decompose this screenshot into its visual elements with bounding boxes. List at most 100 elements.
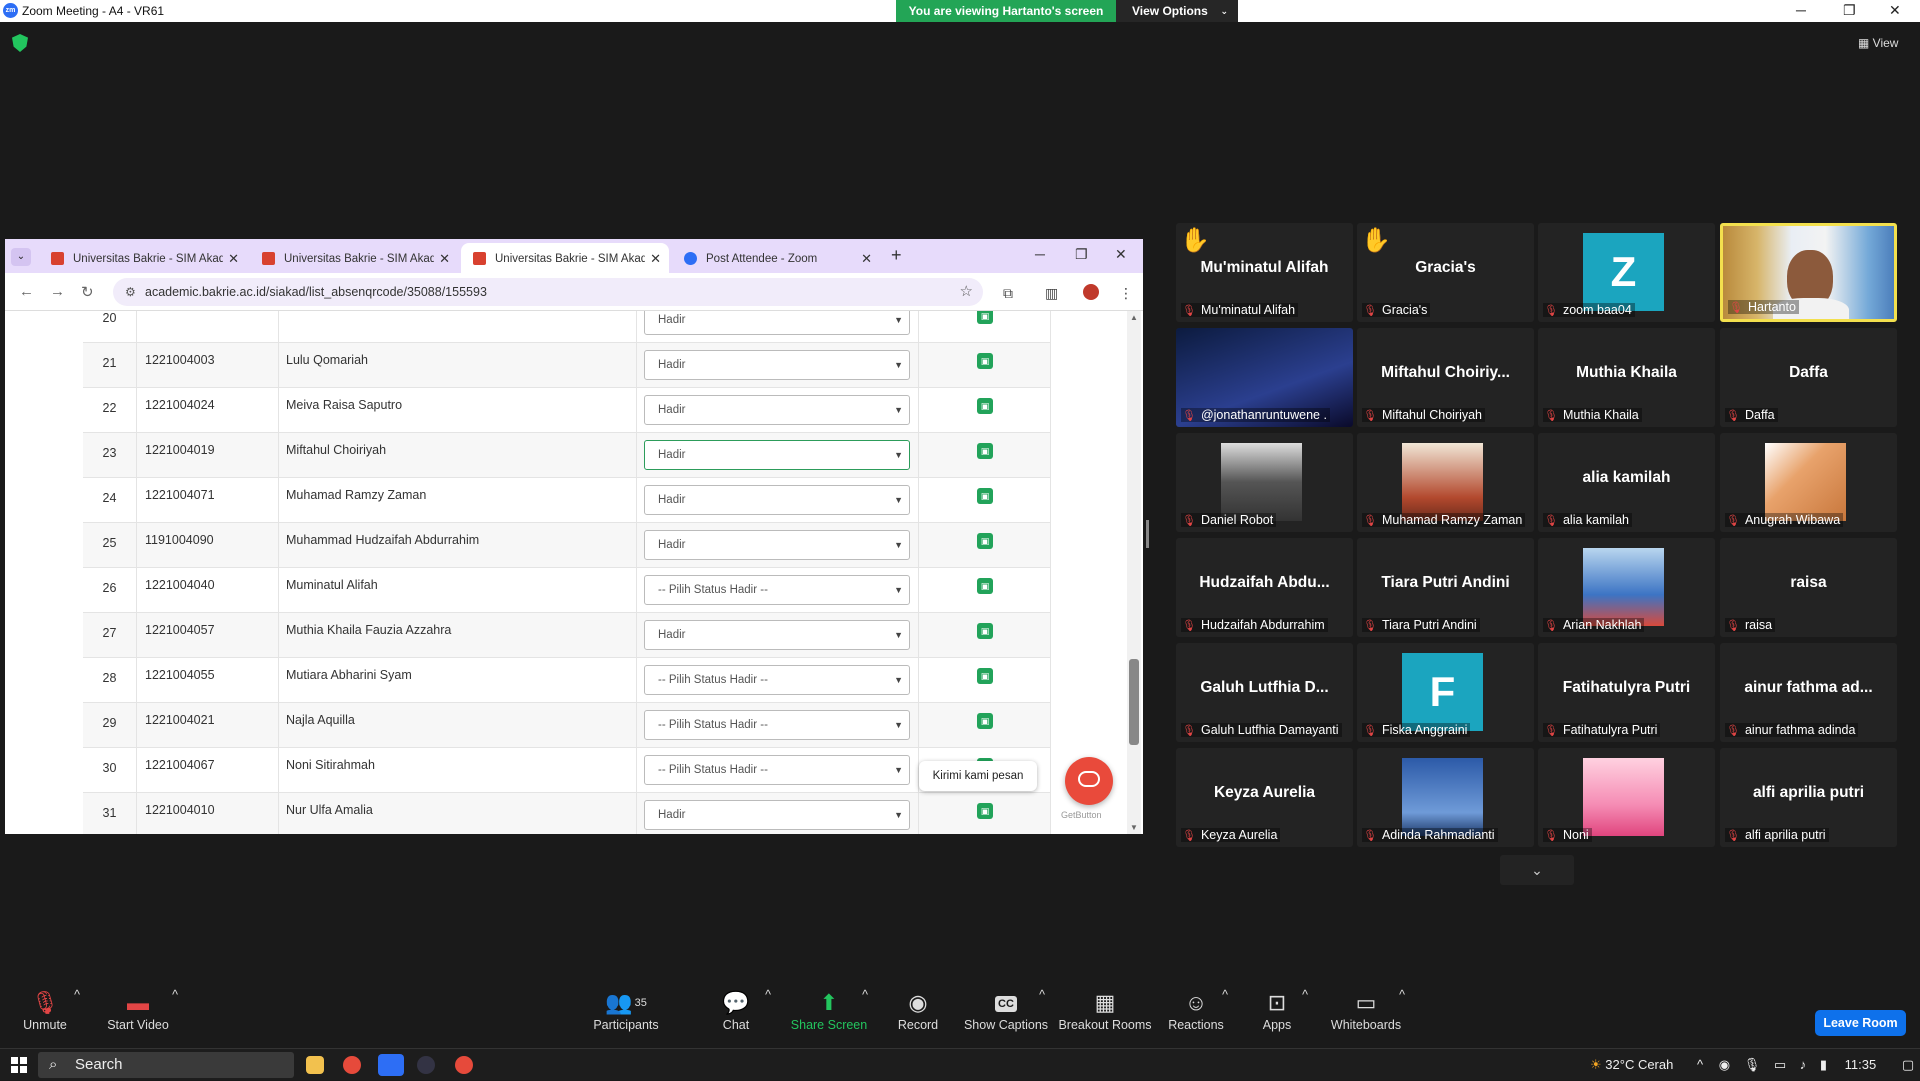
participant-tile[interactable]: Keyza Aurelia 🎙 Keyza Aurelia: [1176, 748, 1353, 847]
security-shield-icon[interactable]: [12, 34, 28, 52]
participant-tile[interactable]: Tiara Putri Andini 🎙 Tiara Putri Andini: [1357, 538, 1534, 637]
tab-close-icon[interactable]: ✕: [228, 251, 239, 267]
file-explorer-icon[interactable]: [306, 1056, 324, 1074]
scrollbar-thumb[interactable]: [1129, 659, 1139, 745]
network-icon[interactable]: ▭: [1774, 1057, 1786, 1072]
status-select[interactable]: Hadir ▼: [644, 530, 910, 560]
scroll-up-icon[interactable]: ▲: [1130, 313, 1138, 322]
participant-tile[interactable]: 🎙 Hartanto: [1720, 223, 1897, 322]
tab-close-icon[interactable]: ✕: [439, 251, 450, 267]
save-icon[interactable]: ▣: [977, 533, 993, 549]
participant-tile[interactable]: 🎙 Anugrah Wibawa: [1720, 433, 1897, 532]
status-select[interactable]: -- Pilih Status Hadir -- ▼: [644, 575, 910, 605]
save-icon[interactable]: ▣: [977, 311, 993, 324]
forward-icon[interactable]: →: [50, 283, 65, 300]
browser-tab[interactable]: Universitas Bakrie - SIM Akaden ✕: [250, 243, 458, 273]
status-select[interactable]: Hadir ▼: [644, 440, 910, 470]
participant-tile[interactable]: ainur fathma ad... 🎙 ainur fathma adinda: [1720, 643, 1897, 742]
status-select[interactable]: -- Pilih Status Hadir -- ▼: [644, 710, 910, 740]
browser-restore-icon[interactable]: ❐: [1075, 246, 1088, 263]
windows-start-icon[interactable]: [11, 1057, 27, 1073]
leave-room-button[interactable]: Leave Room: [1815, 1010, 1906, 1036]
taskbar-search[interactable]: ⌕ Search: [38, 1052, 294, 1078]
browser-tab-active[interactable]: Universitas Bakrie - SIM Akaden ✕: [461, 243, 669, 273]
participant-tile[interactable]: Fatihatulyra Putri 🎙 Fatihatulyra Putri: [1538, 643, 1715, 742]
participant-tile[interactable]: Miftahul Choiriy... 🎙 Miftahul Choiriyah: [1357, 328, 1534, 427]
status-select[interactable]: Hadir ▼: [644, 395, 910, 425]
save-icon[interactable]: ▣: [977, 578, 993, 594]
status-select[interactable]: -- Pilih Status Hadir -- ▼: [644, 665, 910, 695]
more-menu-icon[interactable]: ⋮: [1119, 285, 1133, 302]
chat-button[interactable]: [1065, 757, 1113, 805]
save-icon[interactable]: ▣: [977, 803, 993, 819]
bookmark-star-icon[interactable]: ☆: [960, 278, 973, 306]
participant-tile[interactable]: Daffa 🎙 Daffa: [1720, 328, 1897, 427]
save-icon[interactable]: ▣: [977, 713, 993, 729]
zoom-taskbar-icon[interactable]: [378, 1054, 404, 1076]
weather-text[interactable]: 32°C Cerah: [1605, 1057, 1673, 1072]
participant-tile[interactable]: 🎙 Daniel Robot: [1176, 433, 1353, 532]
side-panel-icon[interactable]: ▥: [1045, 285, 1058, 302]
browser-tab[interactable]: Post Attendee - Zoom ✕: [672, 243, 880, 273]
chrome-icon[interactable]: [343, 1056, 361, 1074]
panel-splitter[interactable]: [1146, 520, 1149, 548]
save-icon[interactable]: ▣: [977, 353, 993, 369]
participants-button[interactable]: 👥 35 Participants: [571, 988, 681, 1032]
battery-icon[interactable]: ▮: [1820, 1057, 1827, 1072]
save-icon[interactable]: ▣: [977, 668, 993, 684]
status-select[interactable]: Hadir ▼: [644, 350, 910, 380]
notification-icon[interactable]: ▢: [1902, 1057, 1914, 1072]
save-icon[interactable]: ▣: [977, 398, 993, 414]
participant-tile[interactable]: ✋ Gracia's 🎙 Gracia's: [1357, 223, 1534, 322]
chat-bubble[interactable]: Kirimi kami pesan: [919, 761, 1037, 791]
profile-avatar[interactable]: [1083, 284, 1099, 300]
participant-tile[interactable]: alfi aprilia putri 🎙 alfi aprilia putri: [1720, 748, 1897, 847]
participant-tile[interactable]: 🎙 Noni: [1538, 748, 1715, 847]
view-button[interactable]: ▦ View: [1850, 32, 1912, 54]
tray-chevron-icon[interactable]: ^: [1697, 1057, 1703, 1072]
chrome-profile-icon[interactable]: [455, 1056, 473, 1074]
participant-tile[interactable]: Muthia Khaila 🎙 Muthia Khaila: [1538, 328, 1715, 427]
extensions-icon[interactable]: ⧉: [1003, 285, 1013, 302]
browser-minimize-icon[interactable]: ─: [1035, 246, 1045, 262]
browser-close-icon[interactable]: ✕: [1115, 246, 1127, 263]
save-icon[interactable]: ▣: [977, 488, 993, 504]
tab-close-icon[interactable]: ✕: [861, 251, 872, 267]
view-options-button[interactable]: View Options ⌄: [1116, 0, 1238, 22]
scrollbar[interactable]: ▲ ▼: [1127, 311, 1141, 834]
next-page-button[interactable]: ⌄: [1500, 855, 1574, 885]
participant-tile[interactable]: Galuh Lutfhia D... 🎙 Galuh Lutfhia Damayan…: [1176, 643, 1353, 742]
whiteboards-caret-icon[interactable]: ^: [1347, 988, 1457, 1002]
participant-tile[interactable]: F 🎙 Fiska Anggraini: [1357, 643, 1534, 742]
participant-tile[interactable]: 🎙 @jonathanruntuwene .: [1176, 328, 1353, 427]
participant-tile[interactable]: 🎙 Adinda Rahmadianti: [1357, 748, 1534, 847]
volume-icon[interactable]: ♪: [1800, 1057, 1807, 1072]
maximize-icon[interactable]: ❐: [1843, 2, 1856, 19]
tab-close-icon[interactable]: ✕: [650, 251, 661, 267]
participant-tile[interactable]: 🎙 Muhamad Ramzy Zaman: [1357, 433, 1534, 532]
scroll-down-icon[interactable]: ▼: [1130, 823, 1138, 832]
back-icon[interactable]: ←: [19, 283, 34, 300]
status-select[interactable]: -- Pilih Status Hadir -- ▼: [644, 755, 910, 785]
participant-tile[interactable]: Hudzaifah Abdu... 🎙 Hudzaifah Abdurrahim: [1176, 538, 1353, 637]
site-info-icon[interactable]: ⚙: [125, 278, 136, 306]
camera-app-icon[interactable]: [417, 1056, 435, 1074]
participant-tile[interactable]: ✋ Mu'minatul Alifah 🎙 Mu'minatul Alifah: [1176, 223, 1353, 322]
status-select[interactable]: Hadir ▼: [644, 620, 910, 650]
participant-tile[interactable]: alia kamilah 🎙 alia kamilah: [1538, 433, 1715, 532]
participant-tile[interactable]: raisa 🎙 raisa: [1720, 538, 1897, 637]
status-select[interactable]: Hadir ▼: [644, 800, 910, 830]
clock[interactable]: 11:35: [1845, 1057, 1877, 1072]
reload-icon[interactable]: ↻: [81, 283, 94, 301]
participant-tile[interactable]: Z 🎙 zoom baa04: [1538, 223, 1715, 322]
url-input[interactable]: ⚙ academic.bakrie.ac.id/siakad/list_absen…: [113, 278, 983, 306]
close-icon[interactable]: ✕: [1889, 2, 1901, 19]
save-icon[interactable]: ▣: [977, 623, 993, 639]
new-tab-icon[interactable]: +: [891, 245, 902, 266]
participant-tile[interactable]: 🎙 Arian Nakhlah: [1538, 538, 1715, 637]
status-select[interactable]: Hadir ▼: [644, 485, 910, 515]
status-select[interactable]: Hadir ▼: [644, 311, 910, 335]
minimize-icon[interactable]: ─: [1796, 2, 1806, 18]
tab-search-icon[interactable]: ⌄: [11, 248, 31, 266]
browser-tab[interactable]: Universitas Bakrie - SIM Akaden ✕: [39, 243, 247, 273]
